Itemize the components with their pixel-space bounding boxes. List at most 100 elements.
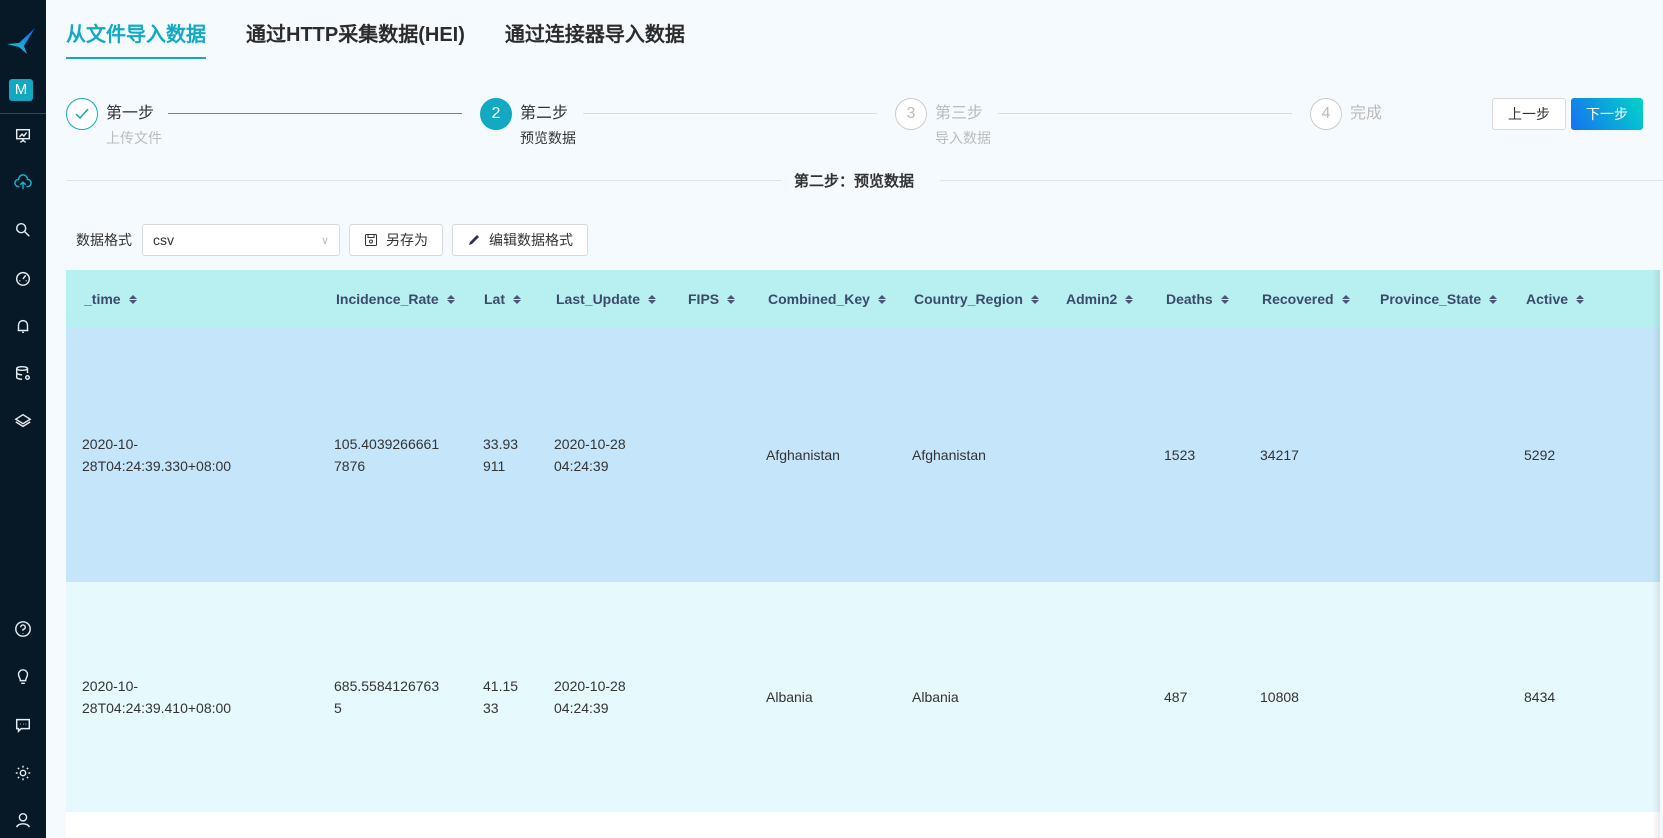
user-icon[interactable] (11, 808, 35, 832)
column-label: _time (84, 291, 121, 307)
pencil-icon (469, 235, 479, 245)
preview-table: _time Incidence_Rate Lat Last_Update FIPS Com… (66, 270, 1660, 838)
column-label: FIPS (688, 291, 720, 307)
column-label: Province_State (1380, 291, 1482, 307)
sort-icon[interactable] (513, 294, 521, 304)
cell-last-update: 2020-10-28 04:24:39 (554, 328, 626, 582)
question-circle-icon[interactable] (11, 617, 35, 641)
presentation-chart-icon[interactable] (11, 124, 35, 148)
cell-line: 04:24:39 (554, 458, 609, 474)
column-label: Deaths (1166, 291, 1213, 307)
format-value: csv (153, 232, 174, 248)
cell-line: 2020-10- (82, 436, 139, 452)
sort-icon[interactable] (446, 294, 455, 304)
lightbulb-icon[interactable] (11, 665, 35, 689)
step-desc: 导入数据 (935, 130, 991, 146)
sort-icon[interactable] (727, 294, 736, 304)
column-label: Combined_Key (768, 291, 870, 307)
cell--time: 2020-10- 28T04:24:39.410+08:00 (82, 582, 231, 812)
column-header-combined-key[interactable]: Combined_Key (768, 270, 886, 328)
sort-icon[interactable] (128, 294, 137, 304)
sort-icon[interactable] (877, 294, 886, 304)
check-icon (66, 98, 98, 130)
edit-format-button[interactable]: 编辑数据格式 (452, 224, 588, 256)
sort-icon[interactable] (1576, 294, 1585, 304)
table-row[interactable]: 2020-10- 28T04:24:39.330+08:00 105.4039266… (66, 328, 1660, 582)
cell-line: 33 (483, 700, 499, 716)
cell-incidence-rate: 105.4039266661 7876 (334, 328, 439, 582)
chevron-down-icon: ∨ (320, 234, 329, 247)
sort-icon[interactable] (1489, 294, 1498, 304)
main-content: 从文件导入数据 通过HTTP采集数据(HEI) 通过连接器导入数据 第一步 上传… (46, 0, 1663, 838)
cell-value: 5292 (1524, 447, 1556, 463)
sidebar: M (0, 0, 46, 838)
bird-logo-icon[interactable] (5, 26, 39, 56)
cell-lat: 41.15 33 (483, 582, 518, 812)
column-header-lat[interactable]: Lat (484, 270, 521, 328)
sort-icon[interactable] (1341, 294, 1350, 304)
layers-icon[interactable] (11, 409, 35, 433)
column-header-admin2[interactable]: Admin2 (1066, 270, 1134, 328)
database-gear-icon[interactable] (11, 361, 35, 385)
save-as-button[interactable]: 另存为 (349, 224, 443, 256)
cell-lat: 33.93 911 (483, 328, 518, 582)
step-connector (168, 113, 462, 114)
column-label: Incidence_Rate (336, 291, 439, 307)
tab-file-import[interactable]: 从文件导入数据 (66, 18, 206, 59)
column-header-recovered[interactable]: Recovered (1262, 270, 1350, 328)
step-1: 第一步 上传文件 (66, 98, 162, 148)
next-step-button[interactable]: 下一步 (1571, 98, 1643, 130)
cell-line: 2020-10- (82, 678, 139, 694)
table-row[interactable]: 2020-10- 28T04:24:39.410+08:00 685.5584126… (66, 582, 1660, 812)
sort-icon[interactable] (1125, 294, 1134, 304)
bell-icon[interactable] (11, 314, 35, 338)
cell-country-region: Afghanistan (912, 328, 986, 582)
tab-connector-import[interactable]: 通过连接器导入数据 (505, 18, 685, 59)
edit-format-label: 编辑数据格式 (489, 232, 573, 248)
cell-combined-key: Afghanistan (766, 328, 840, 582)
column-header-fips[interactable]: FIPS (688, 270, 736, 328)
cell-line: 685.5584126763 (334, 678, 440, 694)
workspace-badge[interactable]: M (9, 79, 33, 101)
cell-line: 911 (483, 458, 506, 474)
search-icon[interactable] (11, 218, 35, 242)
column-header-province-state[interactable]: Province_State (1380, 270, 1498, 328)
step-title: 第三步 (935, 105, 984, 122)
scroll-shadow (1652, 270, 1660, 838)
cell-deaths: 1523 (1164, 328, 1195, 582)
cell-line: 28T04:24:39.330+08:00 (82, 458, 232, 474)
step-desc: 预览数据 (520, 130, 576, 146)
sort-icon[interactable] (648, 294, 657, 304)
cell-line: 2020-10-28 (554, 678, 626, 694)
cell-active: 8434 (1524, 582, 1555, 812)
format-select[interactable]: csv ∨ (142, 224, 340, 256)
gauge-icon[interactable] (11, 266, 35, 290)
prev-step-button[interactable]: 上一步 (1492, 98, 1566, 130)
steps: 第一步 上传文件 2 第二步 预览数据 3 第三步 导入数据 4 完成 (66, 98, 1466, 158)
cell-value: 487 (1164, 689, 1188, 705)
column-label: Last_Update (556, 291, 641, 307)
cell-last-update: 2020-10-28 04:24:39 (554, 582, 626, 812)
cell-value: 34217 (1260, 447, 1299, 463)
sort-icon[interactable] (1220, 294, 1229, 304)
column-header-incidence-rate[interactable]: Incidence_Rate (336, 270, 455, 328)
cloud-upload-icon[interactable] (11, 171, 35, 195)
cell-value: 10808 (1260, 689, 1299, 705)
column-header--time[interactable]: _time (84, 270, 137, 328)
column-header-deaths[interactable]: Deaths (1166, 270, 1229, 328)
chat-icon[interactable] (11, 713, 35, 737)
column-label: Country_Region (914, 291, 1023, 307)
cell-value: Albania (912, 689, 959, 705)
tab-http-collect[interactable]: 通过HTTP采集数据(HEI) (246, 18, 465, 59)
cell-combined-key: Albania (766, 582, 813, 812)
column-header-active[interactable]: Active (1526, 270, 1585, 328)
column-header-last-update[interactable]: Last_Update (556, 270, 657, 328)
sort-icon[interactable] (1030, 294, 1039, 304)
cell-line: 41.15 (483, 678, 519, 694)
cell-line: 5 (334, 700, 342, 716)
column-header-country-region[interactable]: Country_Region (914, 270, 1039, 328)
cell-value: Albania (766, 689, 813, 705)
step-title: 第二步 (520, 105, 569, 122)
section-title: 第二步：预览数据 (794, 173, 915, 190)
gear-icon[interactable] (11, 761, 35, 785)
